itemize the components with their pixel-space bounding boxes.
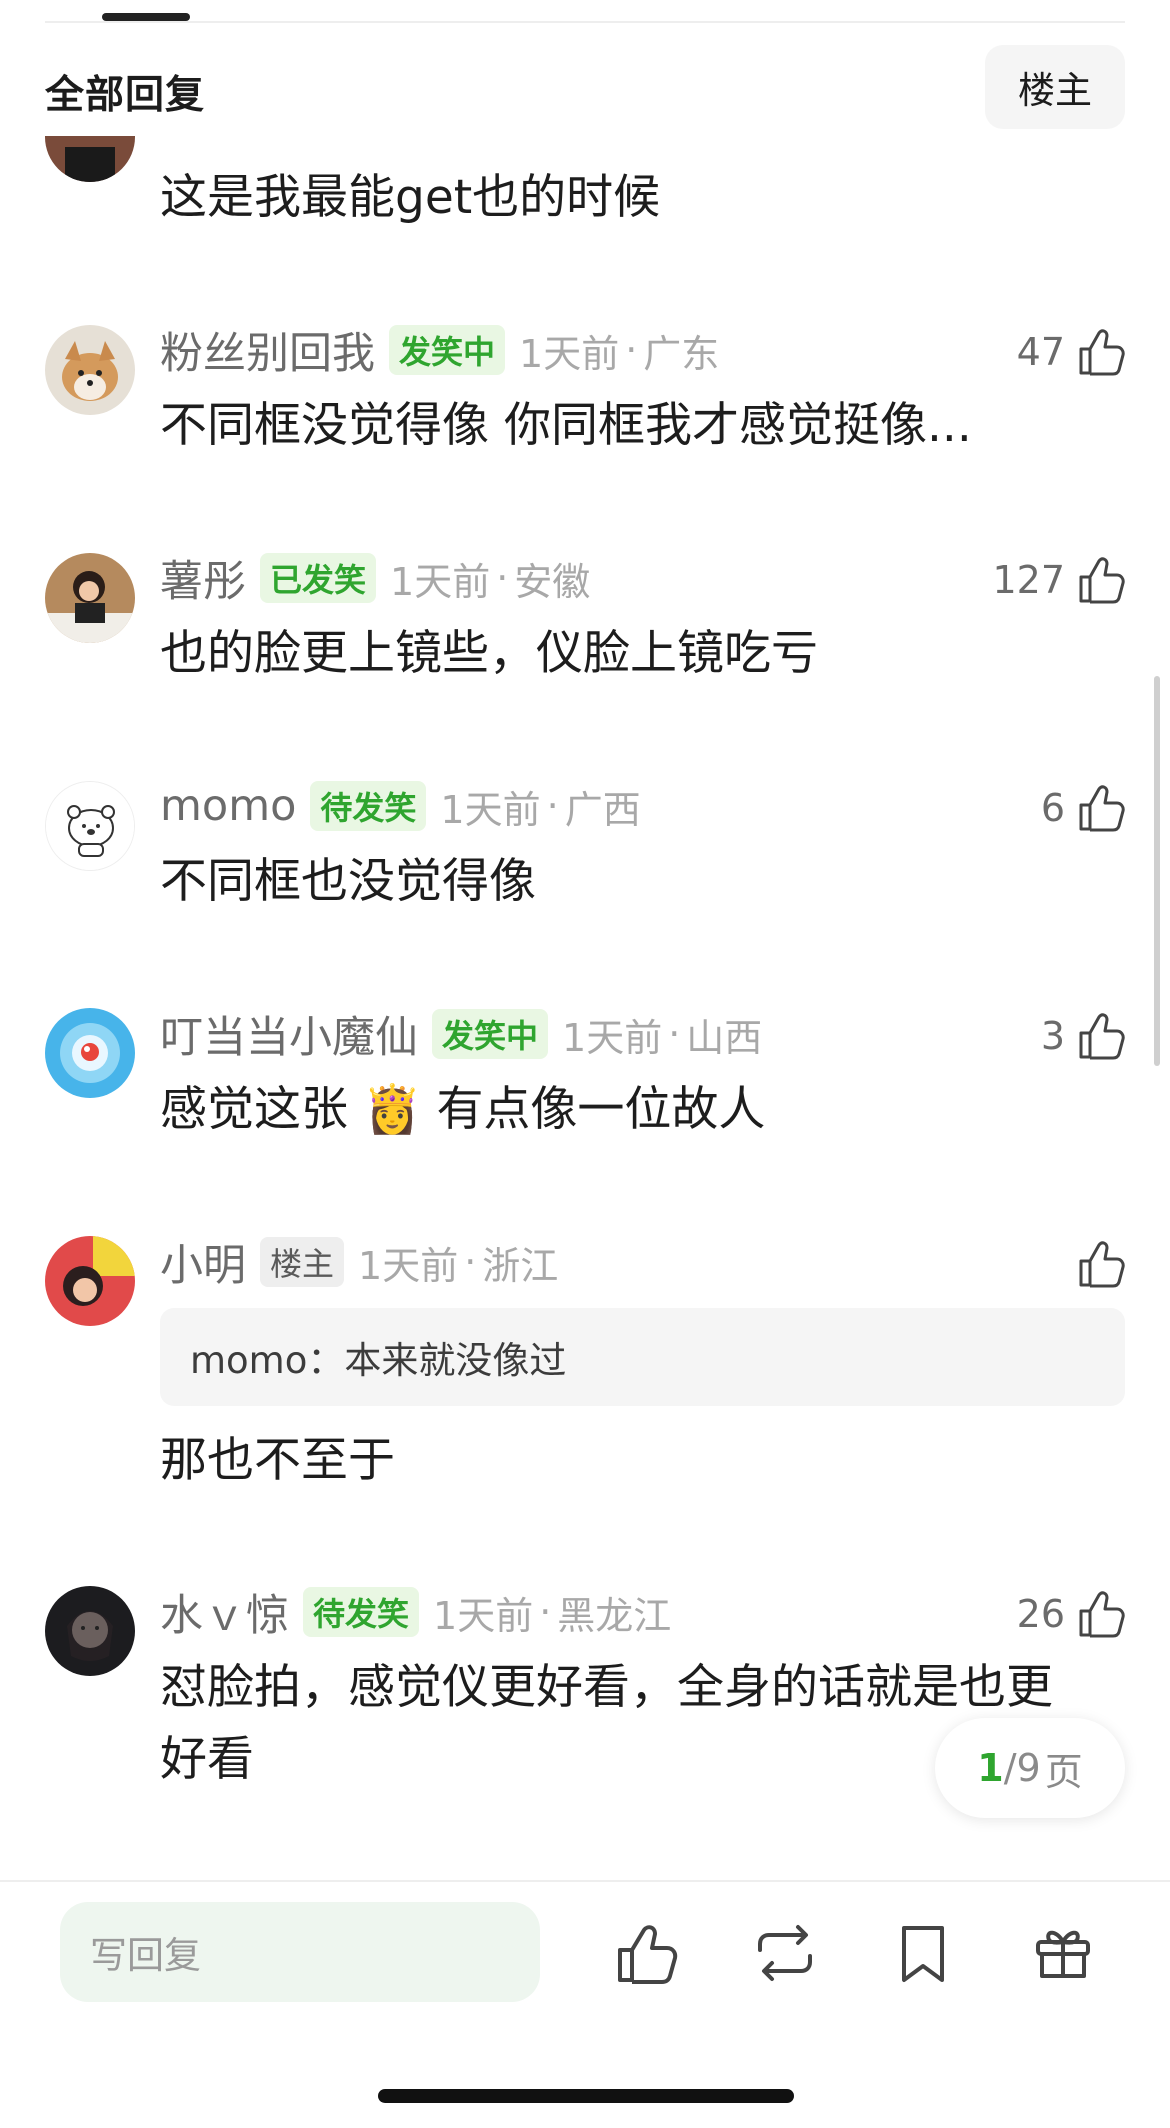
tab-divider [45,21,1125,23]
like-button[interactable]: 127 [992,550,1125,610]
comment-text: 不同框没觉得像 你同框我才感觉挺像... [160,398,972,453]
comment-header: 粉丝别回我 发笑中 1天前 · 广东 [160,319,720,381]
username[interactable]: 粉丝别回我 [160,319,375,381]
gift-icon[interactable] [1030,1920,1096,1986]
reply-input[interactable]: 写回复 [60,1902,540,2002]
page-unit: 页 [1044,1749,1083,1794]
op-badge: 楼主 [260,1237,345,1287]
bookmark-icon[interactable] [890,1920,956,1986]
scrollbar[interactable] [1154,676,1160,1066]
quote-user: momo： [190,1339,345,1382]
total-pages: /9 [1003,1746,1041,1790]
thumbs-up-icon [1077,1589,1125,1639]
meta-separator: · [464,1240,477,1284]
timestamp: 1天前 [440,787,541,832]
username[interactable]: momo [160,781,296,831]
meta-separator: · [625,328,638,372]
comment-text: 不同框也没觉得像 [160,854,536,909]
avatar[interactable] [45,1236,135,1326]
username[interactable]: 小明 [160,1231,246,1293]
comment-header: momo 待发笑 1天前 · 广西 [160,778,641,834]
avatar[interactable] [45,1008,135,1098]
avatar[interactable] [45,553,135,643]
like-count: 6 [1040,786,1065,830]
username[interactable]: 薯彤 [160,547,246,609]
quoted-reply[interactable]: momo： 本来就没像过 [160,1308,1125,1406]
like-button[interactable]: 26 [1017,1584,1125,1644]
thumbs-up-icon [1077,783,1125,833]
repost-icon[interactable] [752,1920,818,1986]
meta-separator: · [668,1012,681,1056]
current-page: 1 [977,1746,1004,1790]
princess-emoji-icon: 👸 [362,1082,422,1137]
meta-separator: · [546,784,559,828]
comment-text: 也的脸更上镜些，仪脸上镜吃亏 [160,626,818,681]
status-badge: 发笑中 [432,1009,549,1059]
comment-text: 那也不至于 [160,1433,395,1488]
location: 广西 [564,787,641,832]
like-button[interactable]: 47 [1017,322,1125,382]
timestamp: 1天前 [562,1015,663,1060]
status-badge: 待发笑 [303,1587,420,1637]
like-count: 47 [1016,330,1065,374]
comment-header: 水ｖ惊 待发笑 1天前 · 黑龙江 [160,1581,672,1643]
like-button[interactable]: 3 [1041,1006,1125,1066]
tab-indicator [102,13,190,21]
comment-header: 叮当当小魔仙 发笑中 1天前 · 山西 [160,1003,763,1065]
timestamp: 1天前 [519,331,620,376]
avatar[interactable] [45,1586,135,1676]
comment-text-part: 感觉这张 [160,1082,348,1137]
timestamp: 1天前 [390,559,491,604]
like-button[interactable] [1077,1234,1125,1294]
thumbs-up-icon [1077,555,1125,605]
location: 广东 [643,331,720,376]
timestamp: 1天前 [358,1243,459,1288]
thumbs-up-icon [1077,1011,1125,1061]
like-count: 26 [1016,1592,1065,1636]
thumbs-up-icon[interactable] [614,1920,680,1986]
section-title: 全部回复 [45,73,206,118]
status-badge: 发笑中 [389,325,506,375]
op-filter-button[interactable]: 楼主 [985,45,1125,129]
timestamp: 1天前 [433,1593,534,1638]
meta-separator: · [496,556,509,600]
comment-text: 这是我最能get也的时候 [160,170,661,225]
meta-separator: · [539,1590,552,1634]
thumbs-up-icon [1077,327,1125,377]
like-button[interactable]: 6 [1041,778,1125,838]
like-count: 3 [1040,1014,1065,1058]
thumbs-up-icon [1077,1239,1125,1289]
location: 山西 [686,1015,763,1060]
avatar[interactable] [45,781,135,871]
location: 安徽 [514,559,591,604]
comment-header: 薯彤 已发笑 1天前 · 安徽 [160,547,591,609]
like-count: 127 [992,558,1065,602]
avatar[interactable] [45,325,135,415]
username[interactable]: 叮当当小魔仙 [160,1003,418,1065]
comment-header: 小明 楼主 1天前 · 浙江 [160,1231,559,1293]
quote-text: 本来就没像过 [344,1339,567,1382]
page-indicator[interactable]: 1 /9 页 [935,1718,1125,1818]
username[interactable]: 水ｖ惊 [160,1581,289,1643]
comment-thread-screen: 全部回复 楼主 这是我最能get也的时候 粉丝别回我 发笑中 1天前 · 广东 … [0,0,1170,2128]
comment-text-line: 怼脸拍，感觉仪更好看，全身的话就是也更 [160,1660,1053,1715]
location: 黑龙江 [557,1593,672,1638]
status-badge: 已发笑 [260,553,377,603]
comment-text-part: 有点像一位故人 [436,1082,766,1137]
home-indicator[interactable] [378,2089,794,2103]
comment-text: 感觉这张 👸 有点像一位故人 [160,1074,1120,1146]
status-badge: 待发笑 [310,781,427,831]
location: 浙江 [482,1243,559,1288]
